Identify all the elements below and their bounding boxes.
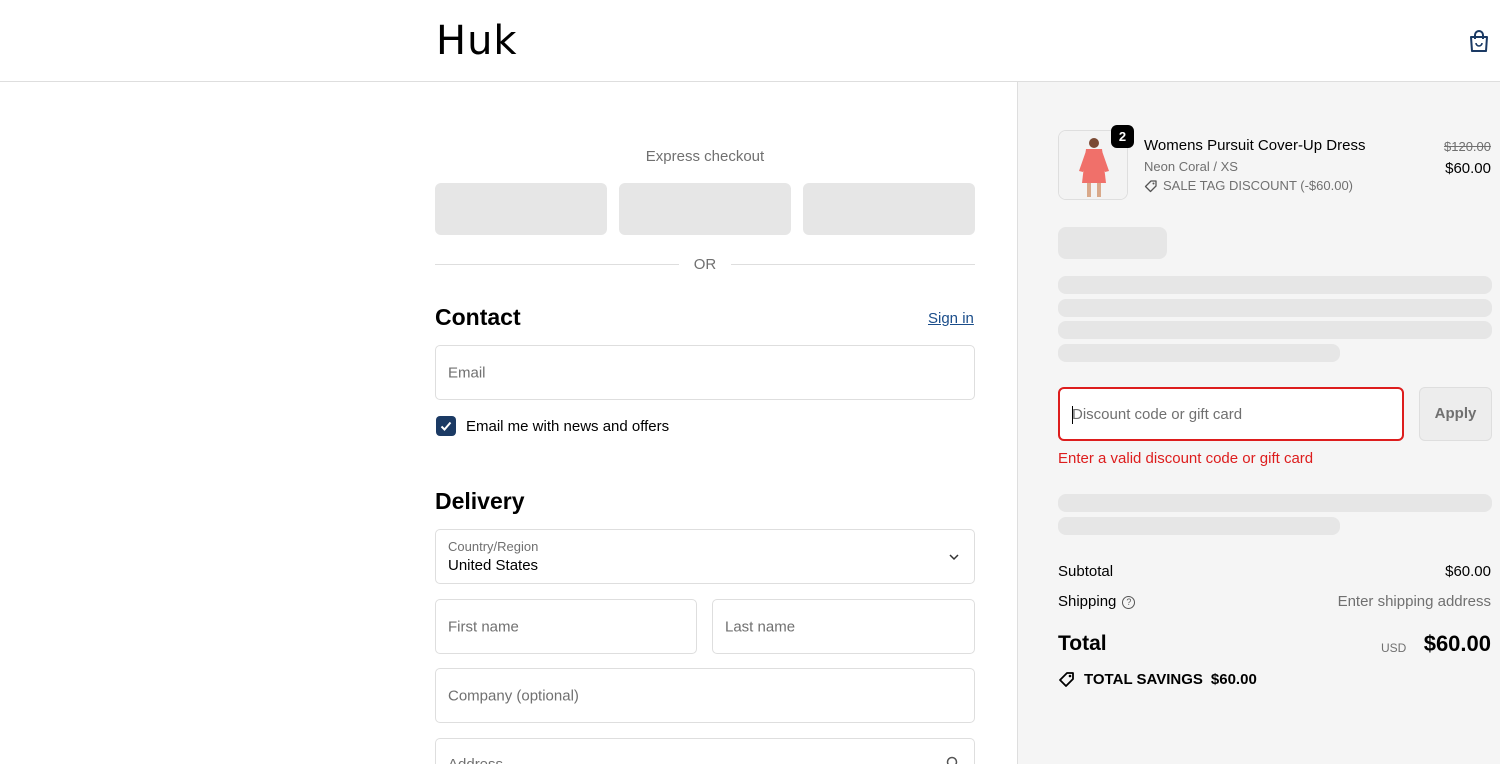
address-placeholder: Address bbox=[448, 756, 503, 764]
quantity-badge: 2 bbox=[1111, 125, 1134, 148]
express-pay-button-3[interactable] bbox=[803, 183, 975, 235]
subtotal-value: $60.00 bbox=[1445, 563, 1491, 580]
contact-heading: Contact bbox=[435, 304, 521, 330]
product-discount: SALE TAG DISCOUNT (-$60.00) bbox=[1144, 178, 1353, 193]
country-select[interactable]: Country/Region United States bbox=[435, 529, 975, 584]
discount-error-message: Enter a valid discount code or gift card bbox=[1058, 450, 1314, 467]
tag-icon bbox=[1144, 179, 1157, 192]
loading-placeholder bbox=[1058, 517, 1340, 535]
first-name-field[interactable]: First name bbox=[435, 599, 697, 654]
product-original-price: $120.00 bbox=[1444, 139, 1491, 154]
divider-right bbox=[731, 264, 975, 265]
savings-value: $60.00 bbox=[1210, 670, 1257, 688]
apply-discount-button[interactable]: Apply bbox=[1419, 387, 1492, 441]
delivery-heading: Delivery bbox=[435, 488, 525, 514]
search-icon bbox=[946, 756, 958, 764]
shipping-label: Shipping bbox=[1058, 593, 1117, 610]
address-field[interactable]: Address bbox=[435, 738, 975, 764]
loading-placeholder bbox=[1058, 344, 1340, 362]
product-price: $60.00 bbox=[1445, 160, 1491, 177]
total-label: Total bbox=[1058, 632, 1107, 655]
last-name-placeholder: Last name bbox=[725, 618, 796, 635]
shipping-row: Shipping? bbox=[1058, 593, 1136, 610]
first-name-placeholder: First name bbox=[448, 618, 519, 635]
site-header: Huk bbox=[0, 0, 1500, 82]
product-name: Womens Pursuit Cover-Up Dress bbox=[1144, 137, 1366, 154]
loading-placeholder bbox=[1058, 227, 1167, 259]
total-currency: USD bbox=[1381, 641, 1407, 655]
sign-in-link[interactable]: Sign in bbox=[928, 310, 974, 327]
divider-left bbox=[435, 264, 679, 265]
loading-placeholder bbox=[1058, 321, 1492, 339]
product-discount-text: SALE TAG DISCOUNT (-$60.00) bbox=[1163, 178, 1354, 193]
last-name-field[interactable]: Last name bbox=[712, 599, 975, 654]
shopping-bag-icon[interactable] bbox=[1466, 28, 1492, 54]
discount-placeholder: Discount code or gift card bbox=[1072, 406, 1243, 423]
newsletter-checkbox[interactable] bbox=[436, 416, 456, 436]
total-savings: TOTAL SAVINGS $60.00 bbox=[1058, 670, 1257, 688]
email-field[interactable]: Email bbox=[435, 345, 975, 400]
newsletter-label: Email me with news and offers bbox=[466, 418, 670, 435]
tag-icon bbox=[1059, 672, 1074, 687]
text-caret bbox=[1072, 406, 1073, 424]
checkmark-icon bbox=[440, 421, 452, 431]
company-placeholder: Company (optional) bbox=[448, 687, 579, 704]
loading-placeholder bbox=[1058, 494, 1492, 512]
loading-placeholder bbox=[1058, 299, 1492, 317]
country-label: Country/Region bbox=[448, 539, 539, 554]
email-placeholder: Email bbox=[448, 364, 486, 381]
help-icon[interactable]: ? bbox=[1122, 596, 1136, 609]
country-value: United States bbox=[448, 557, 539, 574]
subtotal-label: Subtotal bbox=[1058, 563, 1114, 580]
company-field[interactable]: Company (optional) bbox=[435, 668, 975, 723]
express-pay-button-1[interactable] bbox=[435, 183, 607, 235]
huk-logo[interactable]: Huk bbox=[436, 20, 518, 62]
express-pay-button-2[interactable] bbox=[619, 183, 791, 235]
loading-placeholder bbox=[1058, 276, 1492, 294]
product-variant: Neon Coral / XS bbox=[1144, 159, 1238, 174]
total-value: $60.00 bbox=[1423, 631, 1491, 656]
discount-code-input[interactable]: Discount code or gift card bbox=[1058, 387, 1404, 441]
shipping-value: Enter shipping address bbox=[1337, 593, 1491, 610]
savings-label: TOTAL SAVINGS bbox=[1084, 670, 1203, 688]
chevron-down-icon bbox=[949, 554, 959, 561]
express-checkout-title: Express checkout bbox=[645, 148, 765, 165]
or-separator: OR bbox=[693, 256, 717, 273]
